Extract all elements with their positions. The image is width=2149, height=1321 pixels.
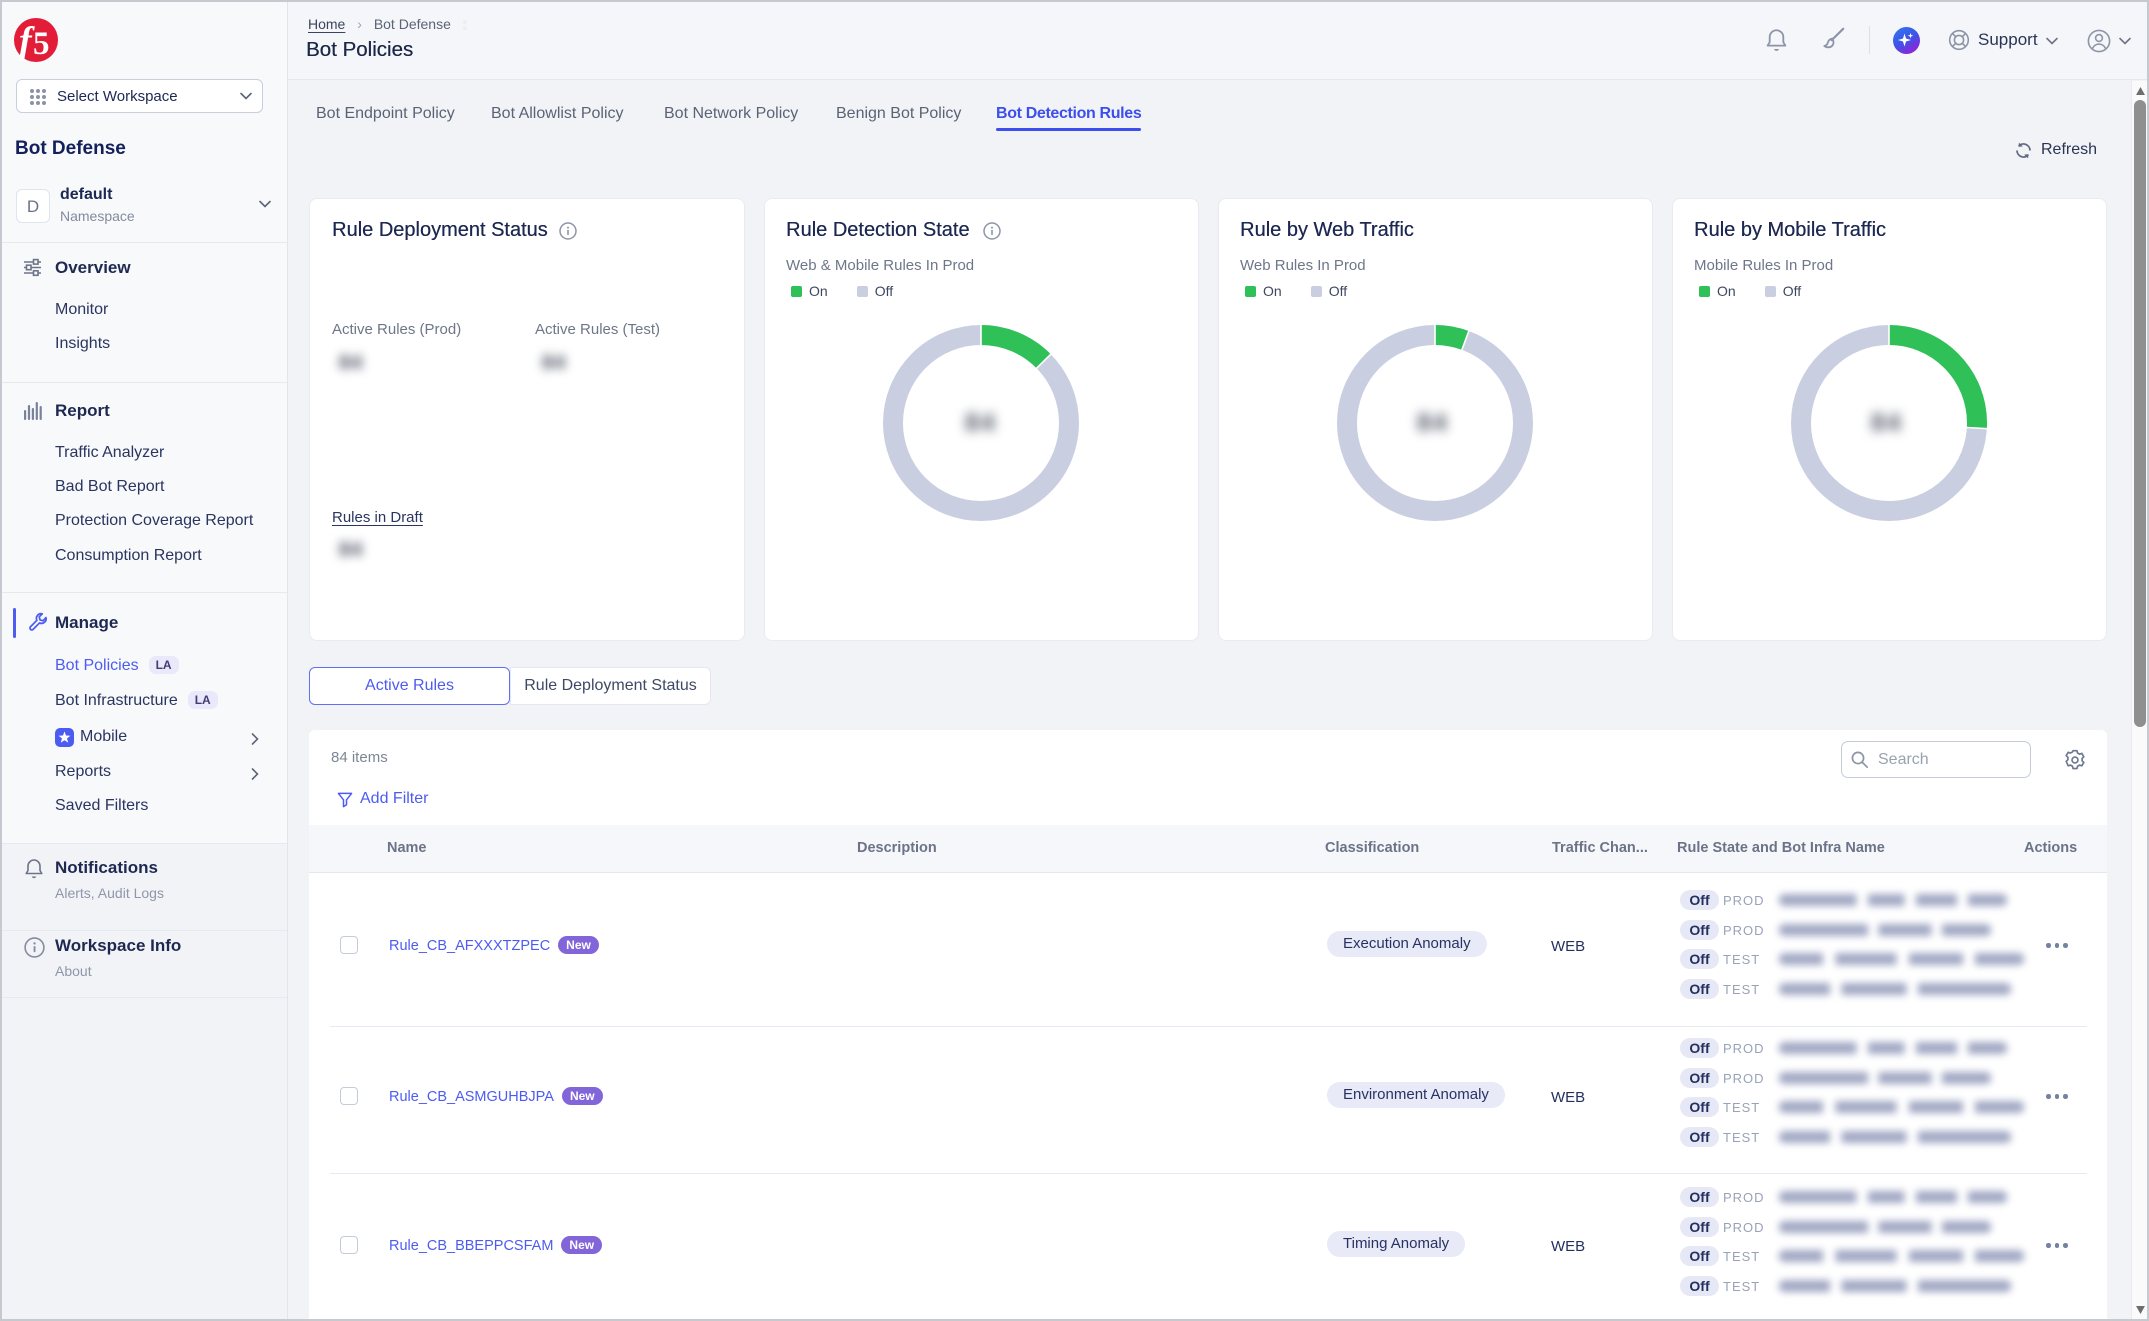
svg-text:5: 5 [33,26,50,62]
